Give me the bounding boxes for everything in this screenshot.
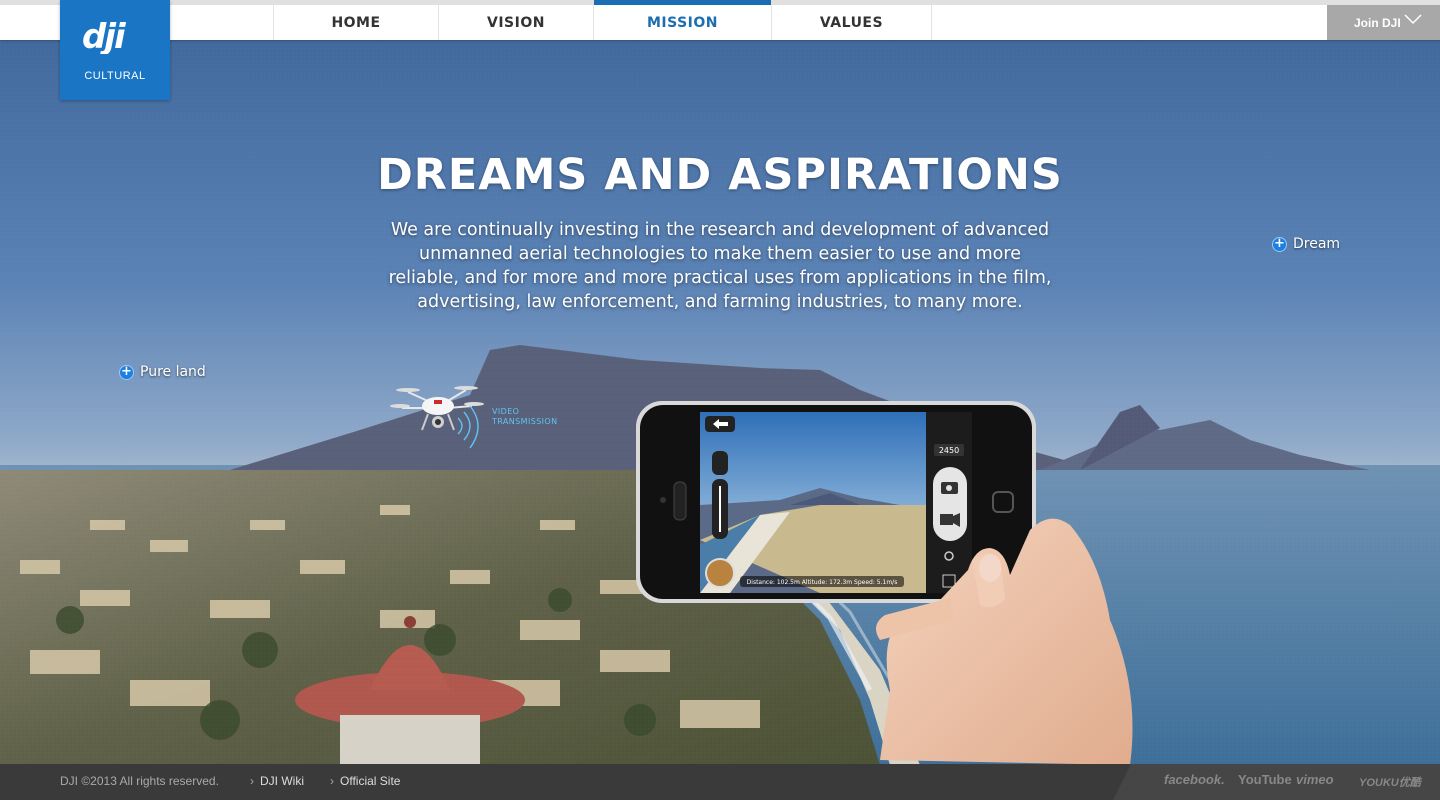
facebook-link[interactable]: facebook.	[1164, 772, 1225, 787]
youtube-link[interactable]: YouTube	[1238, 772, 1292, 787]
phone-screen: 2450 Distance: 102.5m Altitude: 172.3m S…	[700, 412, 972, 593]
phone-counter-text: 2450	[939, 446, 959, 455]
copyright-text: DJI ©2013 All rights reserved.	[60, 774, 219, 788]
dji-logo-mark: dji	[82, 20, 129, 54]
chevron-right-icon: ›	[330, 774, 334, 788]
footer-slant	[1113, 764, 1131, 800]
footer-link-official-site[interactable]: › Official Site	[330, 774, 400, 788]
logo-subtitle: CULTURAL	[84, 70, 146, 82]
official-site-label: Official Site	[340, 774, 401, 788]
svg-text:dji: dji	[82, 20, 127, 54]
telemetry-text: Distance: 102.5m Altitude: 172.3m Speed:…	[747, 579, 898, 586]
youku-link[interactable]: YOUKU优酷	[1359, 774, 1421, 790]
dji-logo[interactable]: dji CULTURAL	[60, 0, 170, 100]
footer-link-dji-wiki[interactable]: › DJI Wiki	[250, 774, 304, 788]
chevron-right-icon: ›	[250, 774, 254, 788]
phone-illustration: 2450 Distance: 102.5m Altitude: 172.3m S…	[636, 401, 1133, 765]
dji-wiki-label: DJI Wiki	[260, 774, 304, 788]
vimeo-link[interactable]: vimeo	[1296, 772, 1334, 787]
